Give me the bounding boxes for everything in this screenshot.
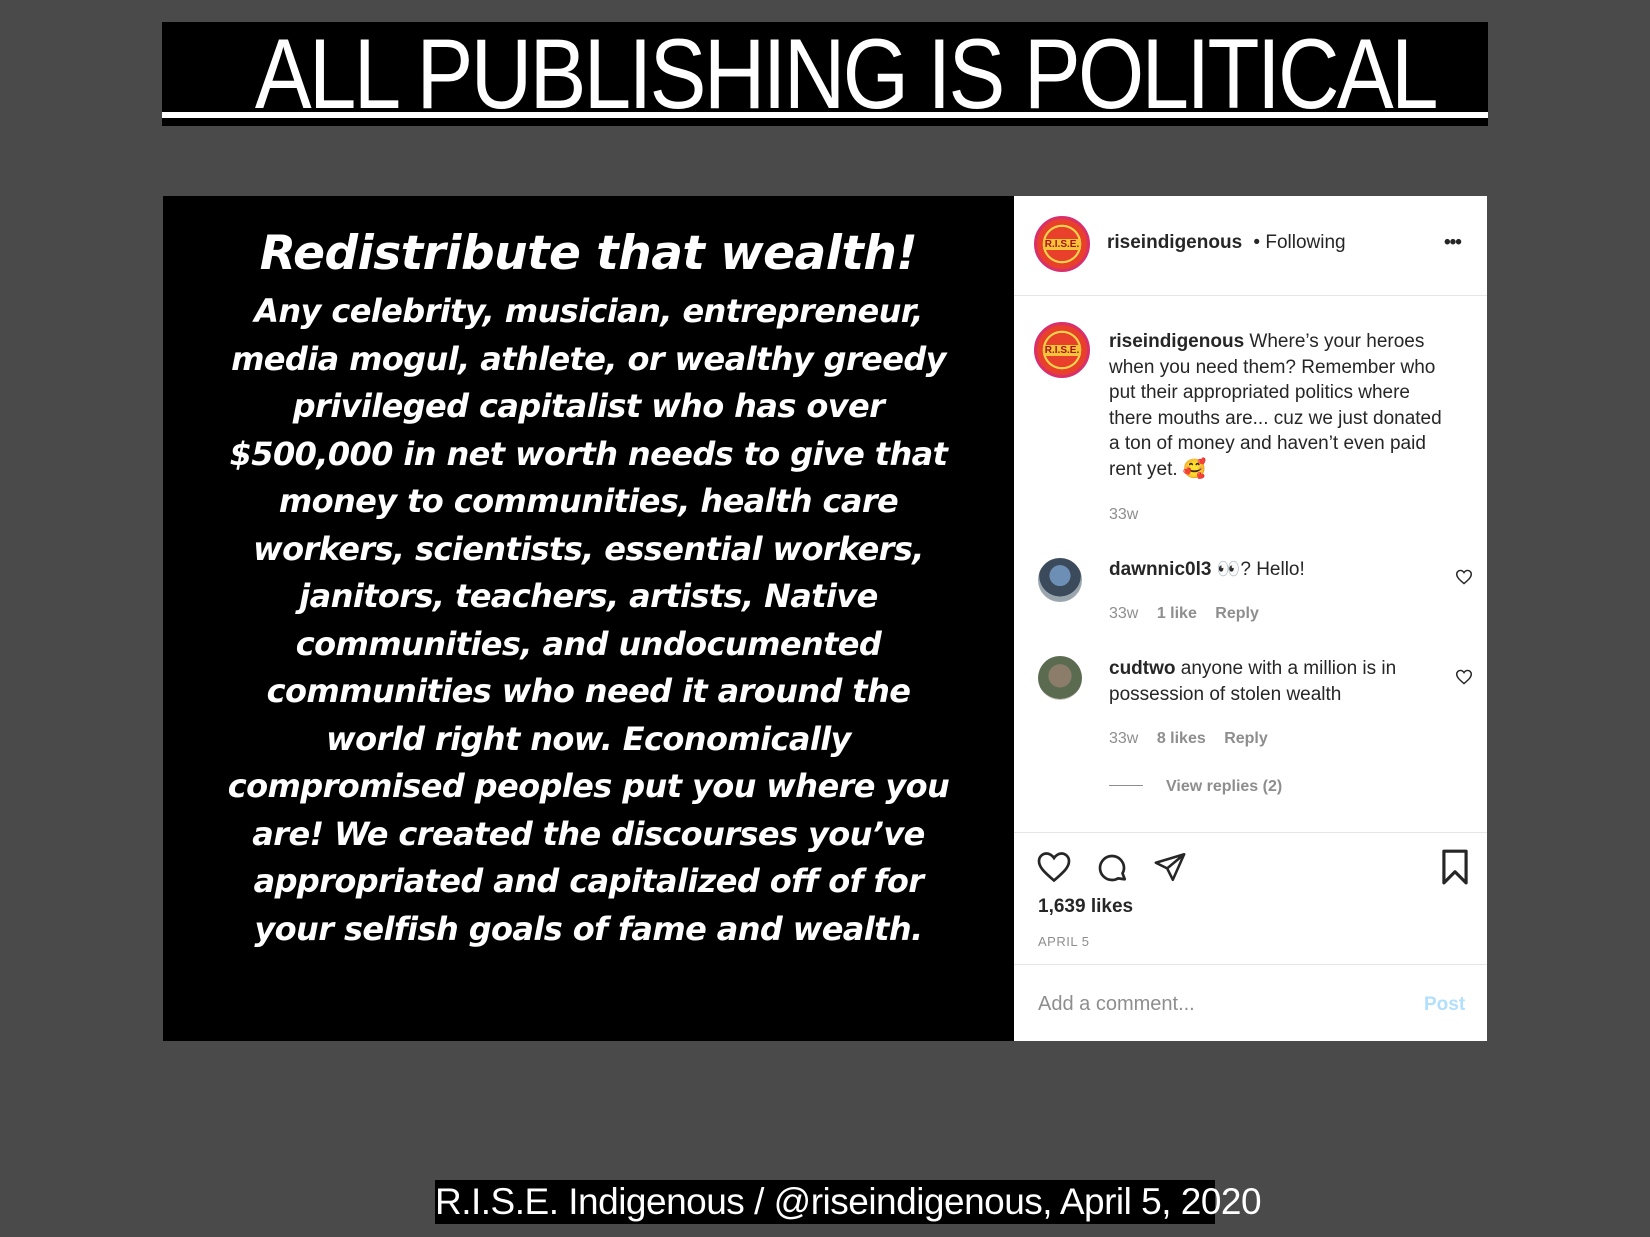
comment-meta: 33w 1 like Reply [1109,601,1259,627]
body-line: Any celebrity, musician, entrepreneur, [254,292,923,330]
title-underline [162,112,1488,118]
comment-box-divider [1014,964,1487,965]
body-line: communities who need it around the [266,672,911,710]
bookmark-icon[interactable] [1438,848,1472,886]
comment-like-heart-icon[interactable] [1455,669,1473,685]
slide: ALL PUBLISHING IS POLITICAL Redistribute… [0,0,1650,1237]
body-line: compromised peoples put you where you [227,767,950,805]
replies-divider [1109,785,1143,786]
post-headline: Redistribute that wealth! [259,226,918,281]
avatar-logo-text: R.I.S.E. [1042,344,1082,356]
body-line: communities, and undocumented [295,624,882,663]
comment-text: 👀? Hello! [1216,559,1305,580]
comment-username[interactable]: dawnnic0l3 [1109,559,1211,580]
caption-line: when you need them? Remember who [1109,356,1436,378]
reply-button[interactable]: Reply [1215,605,1259,622]
header-username[interactable]: riseindigenous [1107,232,1242,253]
post-date: APRIL 5 [1038,934,1090,949]
comment-likes[interactable]: 1 like [1157,605,1197,622]
body-line: are! We created the discourses you’ve [252,814,925,853]
comment: cudtwo anyone with a million is in posse… [1109,656,1439,707]
caption-line: rent yet. 🥰 [1109,458,1207,480]
body-line: media mogul, athlete, or wealthy greedy [231,339,946,378]
post-header: R.I.S.E. riseindigenous • Following ••• [1014,196,1487,296]
body-line: janitors, teachers, artists, Native [299,577,878,615]
comment-icon[interactable] [1094,850,1130,886]
body-line: $500,000 in net worth needs to give that [229,434,948,473]
likes-count[interactable]: 1,639 likes [1038,894,1133,920]
header-user: riseindigenous • Following [1107,230,1346,256]
follow-status[interactable]: • Following [1253,232,1345,253]
comment-username[interactable]: cudtwo [1109,658,1176,679]
comment-likes[interactable]: 8 likes [1157,730,1206,747]
reply-button[interactable]: Reply [1224,730,1268,747]
actions-divider [1014,832,1487,833]
caption-line: a ton of money and haven’t even paid [1109,433,1426,454]
comment-meta: 33w 8 likes Reply [1109,726,1268,752]
avatar-logo-text: R.I.S.E. [1042,238,1082,250]
body-line: privileged capitalist who has over [292,387,885,425]
more-icon[interactable]: ••• [1444,230,1462,256]
caption-line: Where’s your heroes [1249,331,1425,352]
comment-time: 33w [1109,730,1139,747]
caption-username[interactable]: riseindigenous [1109,331,1244,352]
comment-text: possession of stolen wealth [1109,683,1342,705]
caption-avatar[interactable]: R.I.S.E. [1034,322,1090,378]
caption-line: put their appropriated politics where [1109,382,1411,403]
source-caption: R.I.S.E. Indigenous / @riseindigenous, A… [435,1181,1262,1222]
slide-title: ALL PUBLISHING IS POLITICAL [254,18,1439,129]
commenter-avatar[interactable] [1038,656,1082,700]
profile-avatar[interactable]: R.I.S.E. [1034,216,1090,272]
body-line: your selfish goals of fame and wealth. [254,909,923,948]
share-icon[interactable] [1152,850,1188,884]
comment-time: 33w [1109,605,1139,622]
post-image: Redistribute that wealth! Any celebrity,… [163,196,1014,1041]
body-line: appropriated and capitalized off of for [253,862,924,900]
heart-icon[interactable] [1036,850,1072,884]
caption-line: there mouths are... cuz we just donated [1109,407,1442,429]
post-comment-button[interactable]: Post [1424,992,1465,1018]
comment-like-heart-icon[interactable] [1455,569,1473,585]
post-body-text: Any celebrity, musician, entrepreneur, m… [193,288,984,953]
caption-text: riseindigenous Where’s your heroes when … [1109,329,1474,482]
comment-text: anyone with a million is in [1180,658,1397,679]
comment: dawnnic0l3 👀? Hello! [1109,557,1305,583]
body-line: workers, scientists, essential workers, [253,529,924,568]
caption-time: 33w [1109,506,1139,523]
body-line: money to communities, health care [278,482,899,520]
view-replies-button[interactable]: View replies (2) [1166,774,1282,800]
add-comment-input[interactable]: Add a comment... [1038,992,1195,1018]
body-line: world right now. Economically [326,719,851,758]
source-caption-bar: R.I.S.E. Indigenous / @riseindigenous, A… [435,1180,1262,1224]
commenter-avatar[interactable] [1038,558,1082,602]
instagram-panel: R.I.S.E. riseindigenous • Following ••• … [1014,196,1487,1041]
title-banner: ALL PUBLISHING IS POLITICAL [162,22,1488,126]
